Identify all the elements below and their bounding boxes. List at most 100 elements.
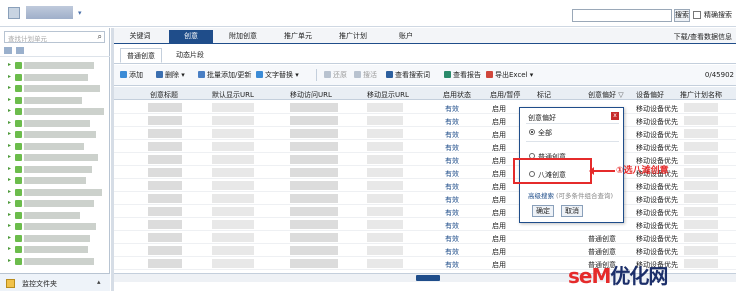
col-campaign-name[interactable]: 推广计划名称 [680,90,722,100]
filter-icon[interactable]: ▽ [618,91,623,99]
tree-item[interactable]: ▸ [8,84,103,93]
sidebar-tool-icon[interactable] [16,47,24,54]
tree-item[interactable]: ▸ [8,245,103,254]
tab-extra-creative[interactable]: 附加创意 [219,30,267,44]
tree-item[interactable]: ▸ [8,211,103,220]
advanced-search-link[interactable]: 高级搜索 [528,190,554,200]
top-search-input[interactable] [572,9,672,22]
delete-button[interactable]: 删除 ▾ [156,70,185,80]
tree-item[interactable]: ▸ [8,61,103,70]
tree-item[interactable]: ▸ [8,142,103,151]
col-default-url[interactable]: 默认显示URL [212,90,254,100]
chevron-right-icon[interactable]: ▸ [8,188,11,195]
chevron-right-icon[interactable]: ▸ [8,61,11,68]
add-button[interactable]: 添加 [120,70,143,80]
tree-item[interactable]: ▸ [8,176,103,185]
view-search-words-button[interactable]: 查看搜索词 [386,70,430,80]
account-name-redacted[interactable] [26,6,73,19]
revert-button[interactable]: 还原 [324,70,347,80]
chevron-right-icon[interactable]: ▸ [8,234,11,241]
cell-enable-pause[interactable]: 启用 [492,234,506,244]
cell-enable-pause[interactable]: 启用 [492,156,506,166]
cell-enable-pause[interactable]: 启用 [492,195,506,205]
tree-item[interactable]: ▸ [8,130,103,139]
tree-item[interactable]: ▸ [8,153,103,162]
cell-enable-pause[interactable]: 启用 [492,260,506,270]
chevron-right-icon[interactable]: ▸ [8,199,11,206]
table-row[interactable]: 有效 启用 移动设备优先 [114,101,736,114]
table-row[interactable]: 有效 启用 移动设备优先 [114,192,736,205]
exact-search-checkbox[interactable] [693,11,701,19]
tree-item[interactable]: ▸ [8,199,103,208]
table-row[interactable]: 有效 启用 移动设备优先 [114,179,736,192]
cell-enable-pause[interactable]: 启用 [492,130,506,140]
table-row[interactable]: 有效 启用 移动设备优先 [114,140,736,153]
top-search-button[interactable]: 搜索 [674,9,690,22]
ok-button[interactable]: 确定 [532,205,554,217]
chevron-right-icon[interactable]: ▸ [8,176,11,183]
col-title[interactable]: 创意标题 [150,90,178,100]
cancel-button[interactable]: 取消 [561,205,583,217]
tree-item[interactable]: ▸ [8,188,103,197]
chevron-right-icon[interactable]: ▸ [8,119,11,126]
chevron-right-icon[interactable]: ▸ [8,257,11,264]
chevron-right-icon[interactable]: ▸ [8,130,11,137]
sidebar-footer[interactable]: 监控文件夹 ▴ [0,273,110,291]
chevron-right-icon[interactable]: ▸ [8,165,11,172]
table-row[interactable]: 有效 启用 移动设备优先 [114,127,736,140]
batch-add-update-button[interactable]: 批量添加/更新 [198,70,251,80]
search-icon[interactable]: ⌕ [98,32,102,42]
col-mobile-display-url[interactable]: 移动显示URL [367,90,409,100]
tab-ad-group[interactable]: 推广单元 [274,30,322,44]
text-replace-button[interactable]: 文字替换 ▾ [256,70,299,80]
activate-button[interactable]: 搜活 [354,70,377,80]
chevron-up-icon[interactable]: ▴ [97,278,101,286]
subtab-dynamic-snippet[interactable]: 动态片段 [170,48,210,63]
tab-creative[interactable]: 创意 [169,30,213,44]
chevron-right-icon[interactable]: ▸ [8,84,11,91]
table-row[interactable]: 有效 启用 普通创意 移动设备优先 [114,231,736,244]
close-icon[interactable]: x [611,112,619,120]
col-enable-pause[interactable]: 启用/暂停 [490,90,520,100]
sidebar-search-input[interactable]: 查找计划单元 ⌕ [4,31,105,43]
tree-item[interactable]: ▸ [8,107,104,116]
export-excel-button[interactable]: 导出Excel ▾ [486,70,533,80]
tree-item[interactable]: ▸ [8,73,103,82]
tree-item[interactable]: ▸ [8,257,103,266]
tree-item[interactable]: ▸ [8,165,103,174]
cell-enable-pause[interactable]: 启用 [492,104,506,114]
table-row[interactable]: 有效 启用 移动设备优先 [114,218,736,231]
scrollbar-thumb[interactable] [416,275,440,281]
chevron-right-icon[interactable]: ▸ [8,222,11,229]
col-creative-pref[interactable]: 创意偏好 ▽ [588,90,624,100]
account-dropdown-icon[interactable]: ▾ [78,9,82,17]
col-device-pref[interactable]: 设备偏好 [636,90,664,100]
chevron-right-icon[interactable]: ▸ [8,245,11,252]
cell-enable-pause[interactable]: 启用 [492,143,506,153]
table-row[interactable]: 有效 启用 移动设备优先 [114,205,736,218]
cell-enable-pause[interactable]: 启用 [492,117,506,127]
sidebar-tool-icon[interactable] [4,47,12,54]
chevron-right-icon[interactable]: ▸ [8,107,11,114]
subtab-normal-creative[interactable]: 普通创意 [120,48,162,63]
cell-enable-pause[interactable]: 启用 [492,182,506,192]
table-row[interactable]: 有效 启用 移动设备优先 [114,114,736,127]
tab-account[interactable]: 账户 [386,30,426,44]
chevron-right-icon[interactable]: ▸ [8,73,11,80]
cell-enable-pause[interactable]: 启用 [492,247,506,257]
download-data-link[interactable]: 下载/查看数据信息 [674,32,732,42]
tree-item[interactable]: ▸ [8,234,103,243]
col-mobile-visit-url[interactable]: 移动访问URL [290,90,332,100]
cell-enable-pause[interactable]: 启用 [492,221,506,231]
chevron-right-icon[interactable]: ▸ [8,96,11,103]
col-mark[interactable]: 标记 [537,90,551,100]
view-report-button[interactable]: 查看报告 [444,70,481,80]
chevron-right-icon[interactable]: ▸ [8,211,11,218]
tree-item[interactable]: ▸ [8,119,103,128]
table-row[interactable]: 有效 启用 普通创意 移动设备优先 [114,244,736,257]
tree-item[interactable]: ▸ [8,222,103,231]
tab-campaign[interactable]: 推广计划 [329,30,377,44]
col-status[interactable]: 启用状态 [443,90,471,100]
cell-enable-pause[interactable]: 启用 [492,208,506,218]
chevron-right-icon[interactable]: ▸ [8,142,11,149]
